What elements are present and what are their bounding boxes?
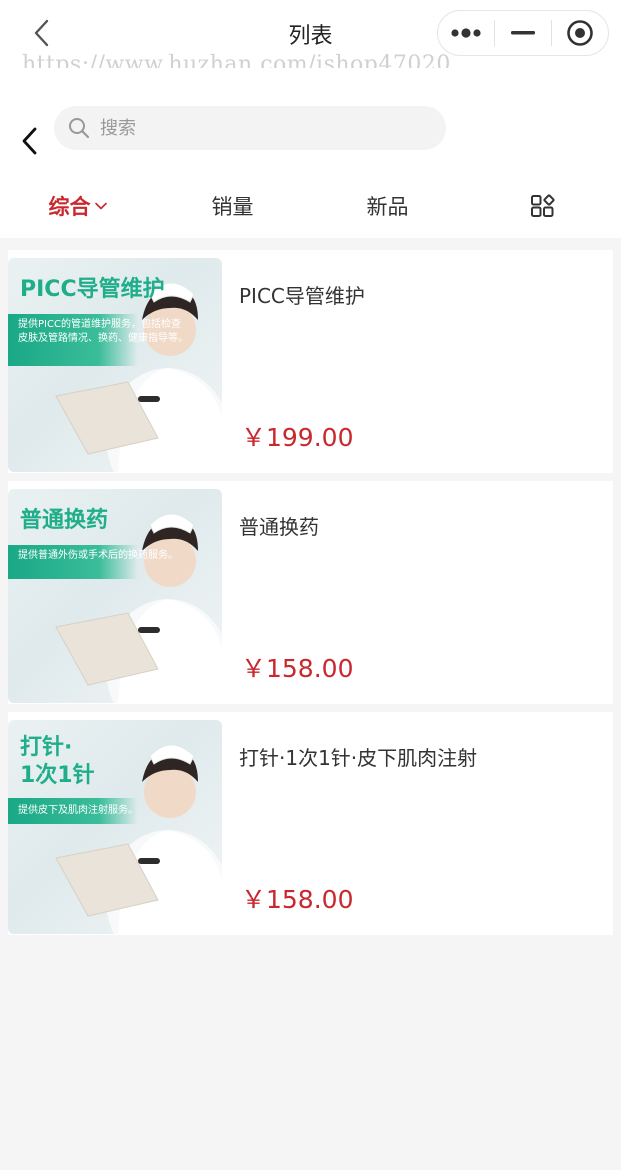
- image-title-line: 打针·: [20, 735, 73, 760]
- close-mini-program-button[interactable]: [552, 11, 608, 55]
- tab-sales[interactable]: 销量: [155, 174, 310, 238]
- product-image: 普通换药 提供普通外伤或手术后的换药服务。: [8, 489, 222, 703]
- tab-comprehensive[interactable]: 综合: [0, 174, 155, 238]
- product-image: PICC导管维护 提供PICC的管道维护服务，包括检查皮肤及管路情况、换药、健康…: [8, 258, 222, 472]
- tab-new[interactable]: 新品: [310, 174, 465, 238]
- image-title: 普通换药: [20, 508, 109, 533]
- product-item[interactable]: 普通换药 提供普通外伤或手术后的换药服务。 普通换药 ￥158.00: [8, 481, 613, 704]
- product-title: 打针·1次1针·皮下肌肉注射: [239, 746, 478, 770]
- image-desc: 提供普通外伤或手术后的换药服务。: [18, 550, 178, 561]
- search-icon: [69, 118, 90, 139]
- image-desc: 提供皮下及肌肉注射服务。: [18, 805, 138, 816]
- image-title: 打针· 1次1针: [20, 734, 95, 790]
- product-image: 打针· 1次1针 提供皮下及肌肉注射服务。: [8, 720, 222, 934]
- tab-label: 综合: [48, 195, 91, 219]
- product-item[interactable]: PICC导管维护 提供PICC的管道维护服务，包括检查皮肤及管路情况、换药、健康…: [8, 250, 613, 473]
- chevron-left-icon: [22, 127, 37, 155]
- target-close-icon: [567, 20, 593, 46]
- product-price: ￥158.00: [241, 885, 354, 914]
- more-button[interactable]: [438, 11, 494, 55]
- product-list: PICC导管维护 提供PICC的管道维护服务，包括检查皮肤及管路情况、换药、健康…: [8, 250, 613, 943]
- navigation-bar: 列表 https://www.huzhan.com/ishop47020: [0, 0, 621, 77]
- product-item[interactable]: 打针· 1次1针 提供皮下及肌肉注射服务。 打针·1次1针·皮下肌肉注射 ￥15…: [8, 712, 613, 935]
- minimize-button[interactable]: [495, 11, 551, 55]
- search-bar[interactable]: [54, 106, 446, 150]
- product-price: ￥158.00: [241, 654, 354, 683]
- minimize-icon: [511, 31, 535, 35]
- image-title-line: 1次1针: [20, 763, 95, 788]
- grid-layout-icon: [530, 194, 555, 217]
- search-back-button[interactable]: [14, 124, 44, 158]
- more-dots-icon: [451, 28, 481, 38]
- tab-label: 新品: [366, 195, 409, 219]
- product-price: ￥199.00: [241, 423, 354, 452]
- product-title: 普通换药: [239, 515, 319, 539]
- mini-program-capsule: [437, 10, 609, 56]
- sort-tabs: 综合 销量 新品: [0, 174, 621, 238]
- image-title: PICC导管维护: [20, 277, 165, 302]
- tab-label: 销量: [211, 195, 254, 219]
- image-desc: 提供PICC的管道维护服务，包括检查皮肤及管路情况、换药、健康指导等。: [18, 319, 188, 344]
- search-input[interactable]: [100, 117, 400, 139]
- search-header: [0, 68, 621, 174]
- chevron-down-icon: [94, 202, 107, 210]
- product-title: PICC导管维护: [239, 284, 365, 308]
- layout-toggle-button[interactable]: [465, 174, 620, 238]
